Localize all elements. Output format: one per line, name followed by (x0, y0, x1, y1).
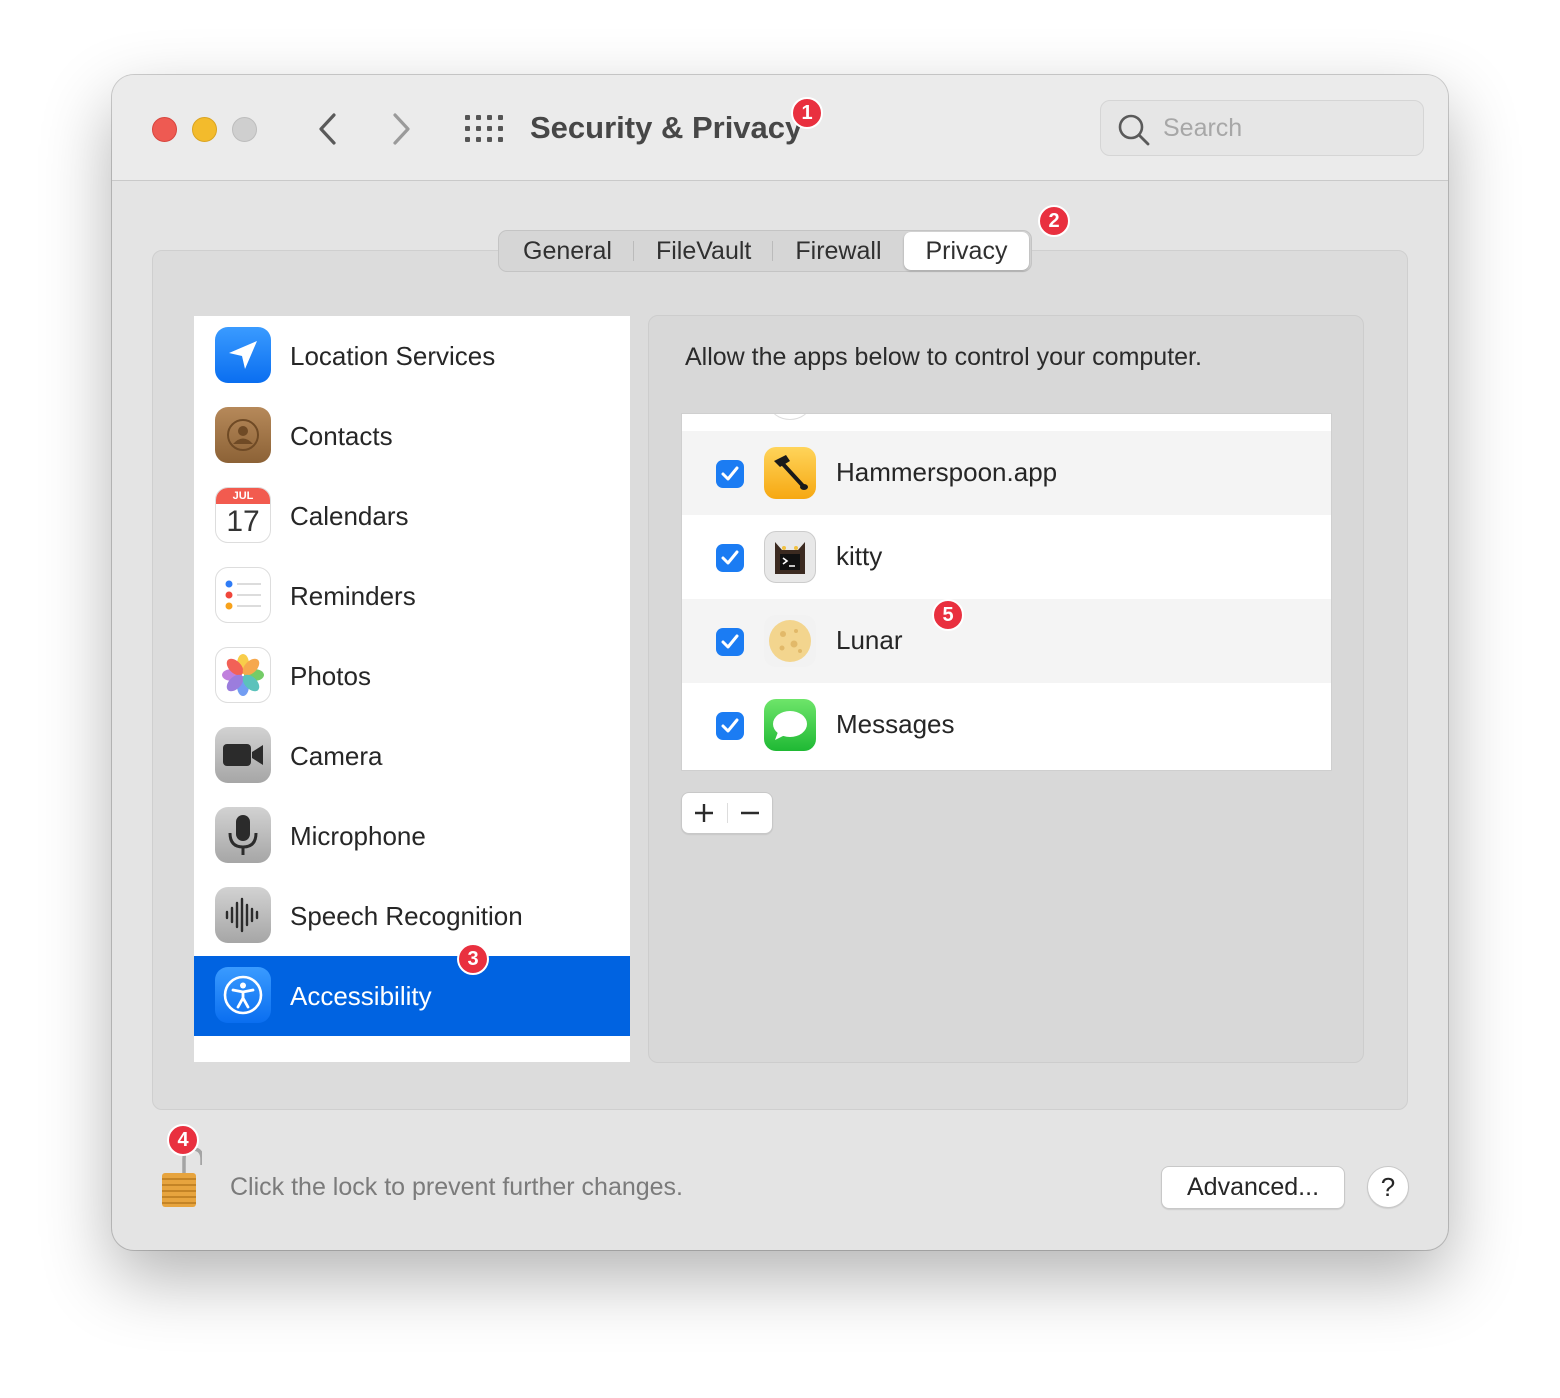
tab-privacy[interactable]: Privacy (903, 232, 1030, 270)
help-button[interactable]: ? (1367, 1166, 1409, 1208)
checkmark-icon (721, 550, 739, 565)
remove-app-button[interactable] (727, 793, 772, 833)
show-all-button[interactable] (462, 111, 506, 147)
tab-bar: General FileVault Firewall Privacy (498, 230, 1033, 272)
app-row-kitty[interactable]: kitty (682, 515, 1331, 599)
camera-icon (215, 727, 271, 783)
tab-filevault[interactable]: FileVault (634, 232, 774, 270)
sidebar-item-label: Location Services (290, 340, 496, 371)
app-row-hammerspoon[interactable]: Hammerspoon.app (682, 431, 1331, 515)
sidebar-item-contacts[interactable]: Contacts (194, 396, 630, 476)
sidebar-item-camera[interactable]: Camera (194, 716, 630, 796)
sidebar-item-label: Camera (290, 740, 383, 771)
zoom-window-button[interactable] (232, 117, 257, 142)
sidebar-item-label: Reminders (290, 580, 416, 611)
annotation-badge: 2 (1038, 205, 1070, 237)
advanced-button[interactable]: Advanced... (1161, 1166, 1345, 1209)
checkbox-messages[interactable] (716, 712, 744, 740)
sidebar-item-label: Microphone (290, 820, 426, 851)
minimize-window-button[interactable] (192, 117, 217, 142)
app-list[interactable]: Hammerspoon.app kitty Lunar Messages (681, 413, 1332, 771)
app-row-messages[interactable]: Messages (682, 683, 1331, 767)
sidebar-item-label: Speech Recognition (290, 900, 523, 931)
lunar-icon (764, 615, 816, 667)
sidebar-item-label: Calendars (290, 500, 409, 531)
sidebar-item-location-services[interactable]: Location Services (194, 316, 630, 396)
minus-icon (740, 811, 759, 815)
sidebar-item-speech-recognition[interactable]: Speech Recognition (194, 876, 630, 956)
search-placeholder: Search (1163, 114, 1243, 142)
checkbox-lunar[interactable] (716, 628, 744, 656)
privacy-category-list[interactable]: Location Services Contacts JUL 17 Calend… (194, 316, 630, 1062)
tab-general[interactable]: General (501, 232, 634, 270)
accessibility-icon (215, 967, 271, 1023)
lock-status-text: Click the lock to prevent further change… (230, 1173, 684, 1201)
location-arrow-icon (215, 327, 271, 383)
chevron-right-icon (393, 113, 410, 145)
app-name: Lunar (836, 625, 903, 655)
sidebar-item-microphone[interactable]: Microphone (194, 796, 630, 876)
sidebar-item-accessibility[interactable]: Accessibility (194, 956, 630, 1036)
calendar-month: JUL (216, 488, 270, 504)
window-title: Security & Privacy (530, 110, 803, 145)
sidebar-item-photos[interactable]: Photos (194, 636, 630, 716)
grid-dots-icon (465, 115, 503, 142)
kitty-icon (764, 531, 816, 583)
app-name: Hammerspoon.app (836, 457, 1058, 487)
sidebar-item-label: Photos (290, 660, 371, 691)
security-privacy-window: Security & Privacy Search 1 General File… (112, 75, 1448, 1250)
chevron-left-icon (319, 113, 336, 145)
partial-app-icon (770, 414, 810, 420)
annotation-badge: 4 (167, 1124, 199, 1156)
checkbox-kitty[interactable] (716, 544, 744, 572)
annotation-badge: 3 (457, 943, 489, 975)
calendar-icon: JUL 17 (215, 487, 271, 543)
app-name: Messages (836, 709, 955, 739)
microphone-icon (215, 807, 271, 863)
forward-button[interactable] (382, 108, 422, 150)
sidebar-item-calendars[interactable]: JUL 17 Calendars (194, 476, 630, 556)
calendar-day: 17 (226, 505, 260, 538)
plus-icon (695, 804, 714, 822)
contacts-icon (215, 407, 271, 463)
photos-icon (215, 647, 271, 703)
checkmark-icon (721, 718, 739, 733)
messages-icon (764, 699, 816, 751)
search-icon (1118, 114, 1150, 146)
app-row-lunar[interactable]: Lunar (682, 599, 1331, 683)
close-window-button[interactable] (152, 117, 177, 142)
app-name: kitty (836, 541, 883, 571)
sidebar-item-label: Accessibility (290, 980, 432, 1011)
pane-description: Allow the apps below to control your com… (685, 343, 1202, 371)
waveform-icon (215, 887, 271, 943)
title-bar: Security & Privacy Search (112, 75, 1448, 181)
add-app-button[interactable] (682, 793, 727, 833)
add-remove-control (681, 792, 773, 834)
reminders-icon (215, 567, 271, 623)
checkmark-icon (721, 634, 739, 649)
sidebar-item-label: Contacts (290, 420, 393, 451)
back-button[interactable] (307, 108, 347, 150)
checkmark-icon (721, 466, 739, 481)
annotation-badge: 5 (932, 599, 964, 631)
tab-firewall[interactable]: Firewall (773, 232, 903, 270)
accessibility-pane: Allow the apps below to control your com… (648, 315, 1364, 1063)
annotation-badge: 1 (791, 97, 823, 129)
search-field[interactable]: Search (1100, 100, 1424, 156)
hammerspoon-icon (764, 447, 816, 499)
checkbox-hammerspoon[interactable] (716, 460, 744, 488)
sidebar-item-reminders[interactable]: Reminders (194, 556, 630, 636)
